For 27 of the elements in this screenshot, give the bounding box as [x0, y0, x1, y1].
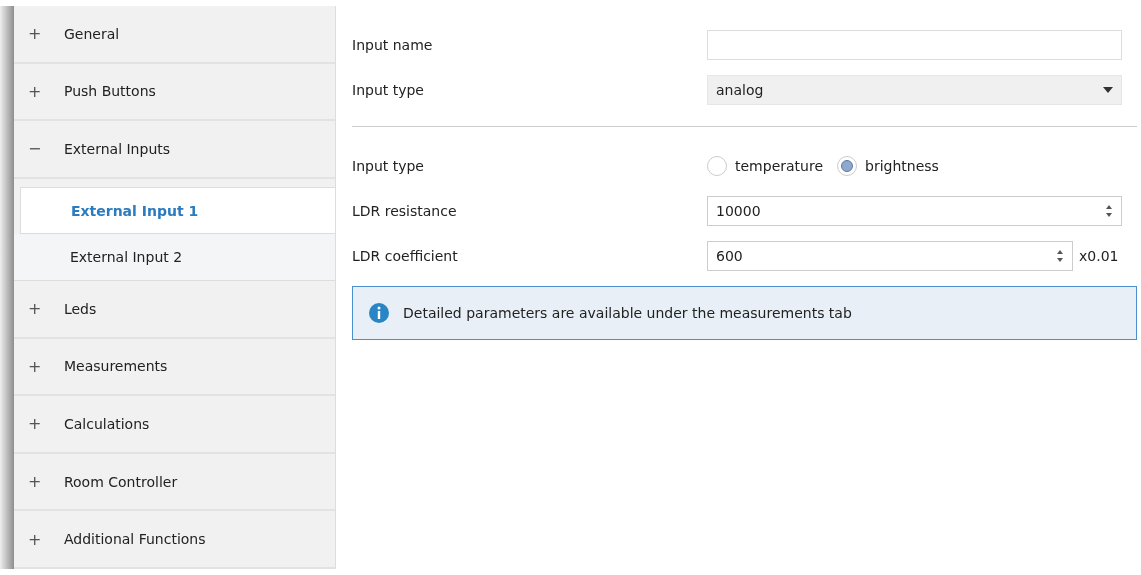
field-label: Input name — [352, 36, 434, 53]
input-field[interactable] — [707, 29, 1122, 60]
sidebar-subitem[interactable]: External Input 2 — [13, 234, 335, 282]
number-field[interactable]: 600 — [707, 240, 1073, 271]
sidebar-item[interactable]: + General — [13, 6, 335, 64]
sidebar-item[interactable]: + Push Buttons — [13, 63, 335, 122]
field-label: LDR resistance — [352, 202, 458, 219]
dropdown[interactable]: analog — [707, 74, 1122, 105]
sidebar-item[interactable]: + Additional Functions — [13, 511, 335, 569]
sidebar-item[interactable]: + Measurements — [13, 338, 335, 397]
unit-label: x0.01 — [1079, 247, 1119, 264]
info-icon — [369, 303, 389, 323]
sidebar-subitem[interactable]: External Input 1 — [19, 186, 335, 235]
sidebar-item[interactable]: + Calculations — [13, 396, 335, 454]
sidebar-item[interactable]: + Leds — [13, 281, 335, 339]
radio-label[interactable]: brightness — [865, 157, 939, 174]
field-label: Input type — [352, 81, 425, 98]
number-field[interactable]: 10000 — [707, 195, 1122, 226]
field-label: Input type — [352, 157, 425, 174]
radio-label[interactable]: temperature — [735, 157, 823, 174]
sidebar-item[interactable]: − External Inputs — [13, 121, 335, 179]
field-label: LDR coefficient — [352, 247, 459, 264]
caret-icon — [1103, 86, 1113, 93]
radio-button[interactable] — [837, 155, 857, 176]
radio-button[interactable] — [707, 155, 727, 176]
sidebar-item[interactable]: + Room Controller — [13, 453, 335, 512]
info-text: Detailed parameters are available under the measurements tab — [403, 305, 852, 321]
